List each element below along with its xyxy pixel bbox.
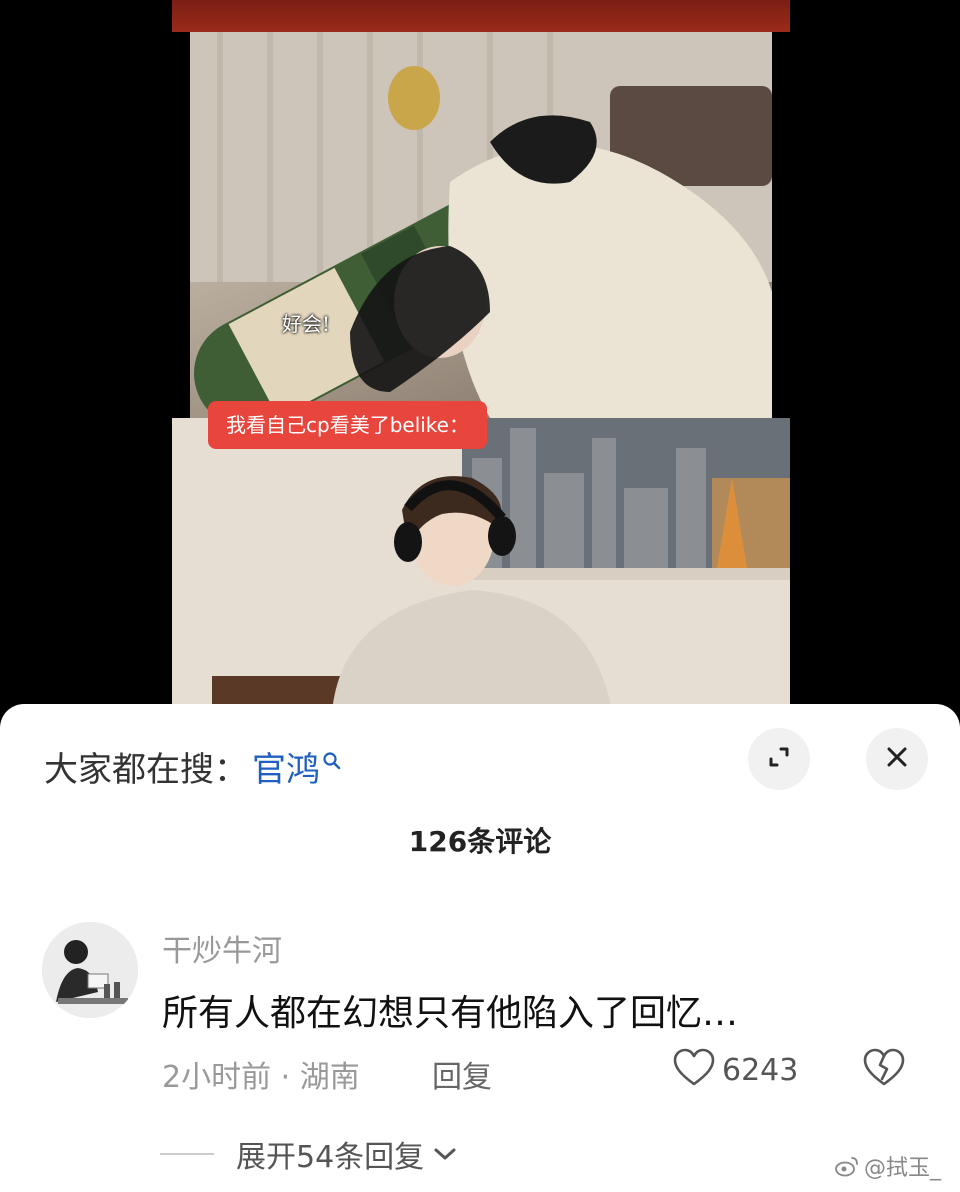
video-caption-badge: 我看自己cp看美了belike： — [208, 401, 487, 449]
comment-sheet: 大家都在搜： 官鸿 126条评论 干炒牛河 所有人都在幻想只有他陷入了回忆… 2… — [0, 704, 960, 1192]
expand-replies-button[interactable]: 展开54条回复 — [160, 1132, 458, 1176]
weibo-icon — [834, 1155, 860, 1177]
drama-still-frame: 好会! — [190, 32, 772, 418]
comment-time-location: 2小时前 · 湖南 — [162, 1060, 360, 1095]
avatar[interactable] — [42, 922, 138, 1018]
video-subtitle: 好会! — [282, 312, 331, 336]
search-hint-term[interactable]: 官鸿 — [252, 742, 320, 791]
expand-replies-label: 展开54条回复 — [236, 1140, 425, 1175]
weibo-watermark: @拭玉_ — [834, 1150, 941, 1182]
search-icon[interactable] — [322, 740, 342, 780]
close-button[interactable] — [866, 728, 928, 790]
broken-heart-icon — [862, 1048, 906, 1092]
like-count: 6243 — [722, 1052, 799, 1088]
comment-username[interactable]: 干炒牛河 — [162, 926, 282, 970]
comment-text: 所有人都在幻想只有他陷入了回忆… — [162, 993, 739, 1034]
reply-button[interactable]: 回复 — [432, 1052, 492, 1096]
trending-search-hint[interactable]: 大家都在搜： 官鸿 — [44, 742, 342, 791]
reaction-scene-illustration — [172, 418, 790, 712]
reaction-frame — [172, 418, 790, 712]
expand-button[interactable] — [748, 728, 810, 790]
video-player[interactable]: 好会! 我看自己cp看美了belike： — [0, 0, 960, 712]
heart-icon — [672, 1048, 716, 1092]
video-top-strip — [172, 0, 790, 32]
close-icon — [883, 743, 911, 775]
avatar-image — [42, 922, 138, 1018]
comment-count-title: 126条评论 — [408, 825, 552, 858]
dislike-button[interactable] — [862, 1048, 906, 1092]
expand-replies-divider — [160, 1153, 214, 1155]
search-hint-prefix: 大家都在搜： — [44, 750, 248, 790]
expand-icon — [764, 742, 794, 776]
watermark-handle: @拭玉_ — [864, 1156, 942, 1181]
drama-scene-illustration — [190, 32, 772, 418]
chevron-down-icon — [432, 1145, 458, 1163]
like-button[interactable]: 6243 — [672, 1048, 798, 1092]
